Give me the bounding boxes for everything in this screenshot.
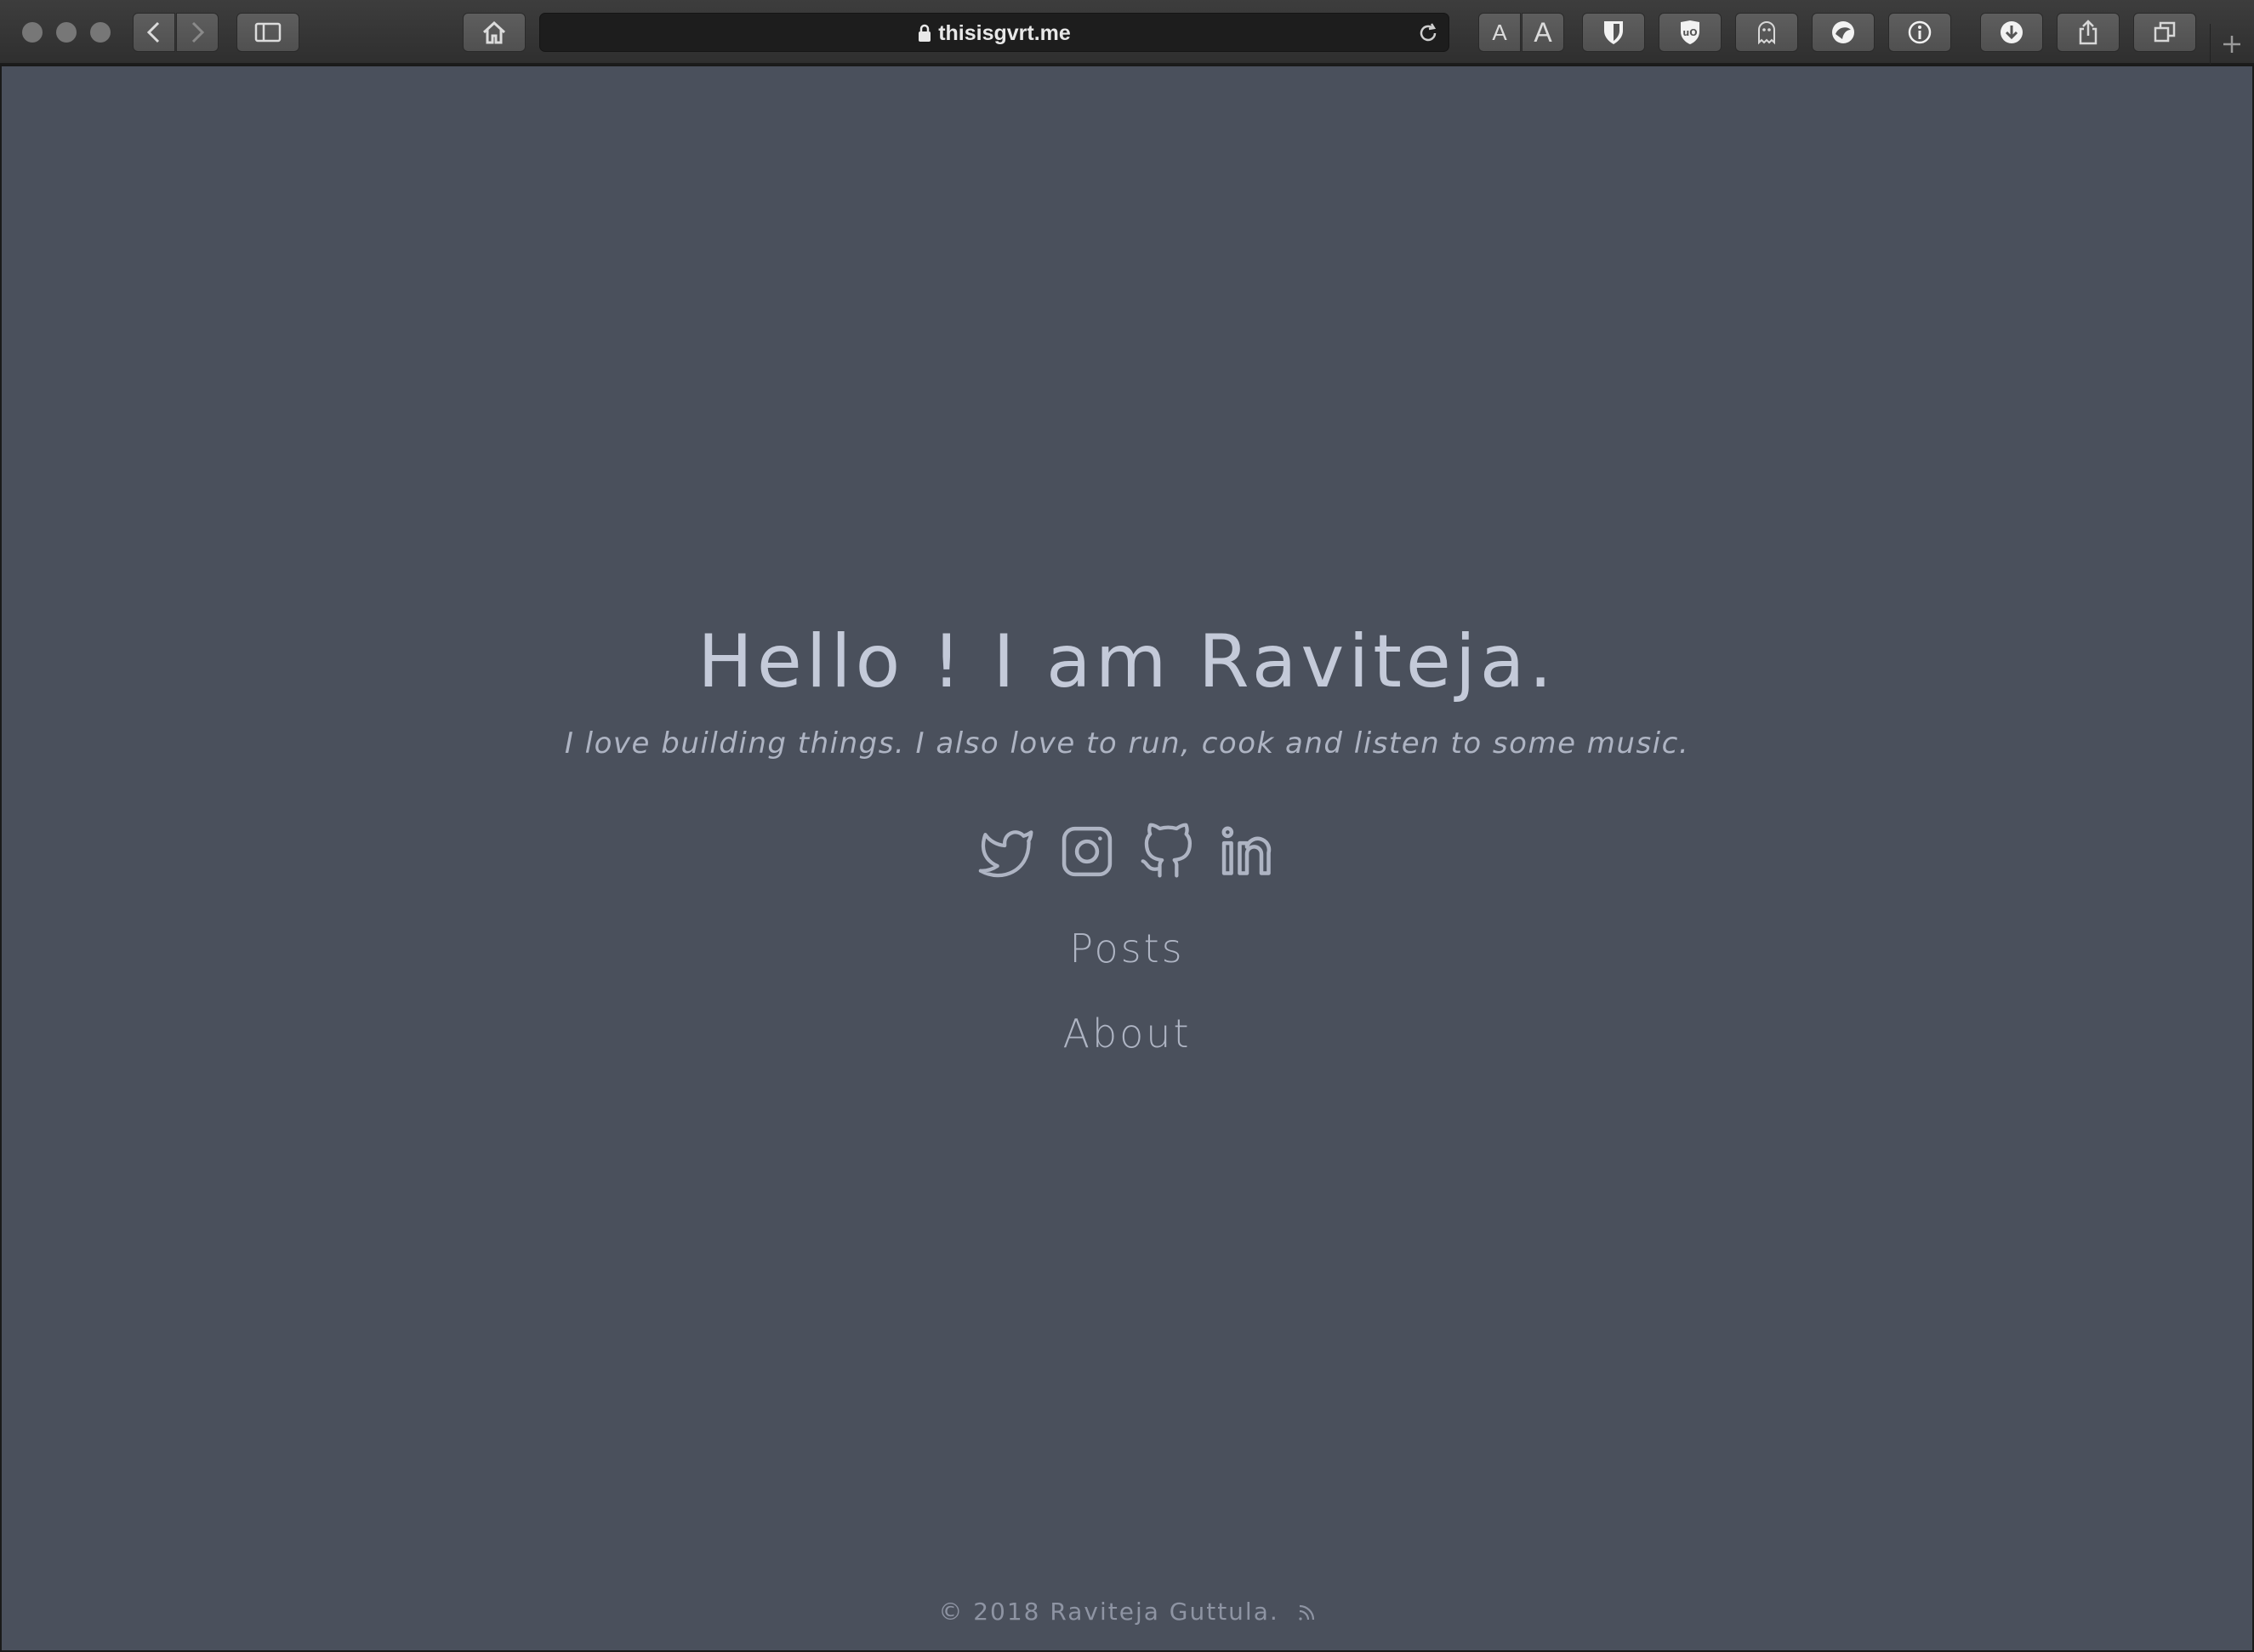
twitter-icon: [978, 830, 1033, 878]
font-small-label: A: [1492, 19, 1507, 45]
zoom-window-button[interactable]: [90, 22, 111, 43]
github-link[interactable]: [1138, 822, 1196, 881]
sidebar-icon: [254, 22, 282, 43]
linkedin-link[interactable]: [1218, 822, 1276, 881]
home-icon: [482, 20, 506, 44]
address-text-wrap: thisisgvrt.me: [540, 14, 1449, 53]
increase-font-button[interactable]: A: [1522, 13, 1564, 52]
decrease-font-button[interactable]: A: [1478, 13, 1521, 52]
extension-icon: [1832, 21, 1854, 43]
download-icon: [2001, 21, 2023, 43]
linkedin-icon: [1221, 826, 1272, 875]
share-button[interactable]: [2057, 13, 2120, 52]
close-window-button[interactable]: [22, 22, 43, 43]
nav-posts: Posts: [2, 926, 2252, 971]
twitter-link[interactable]: [978, 822, 1036, 881]
github-icon: [1141, 823, 1192, 878]
back-icon: [146, 21, 160, 43]
posts-link[interactable]: Posts: [1069, 926, 1184, 971]
rss-icon[interactable]: [1297, 1604, 1316, 1622]
svg-text:uO: uO: [1682, 27, 1697, 38]
url-text: thisisgvrt.me: [938, 20, 1071, 45]
browser-toolbar: thisisgvrt.me A A uO: [0, 0, 2254, 65]
minimize-window-button[interactable]: [56, 22, 77, 43]
show-tabs-button[interactable]: [2133, 13, 2196, 52]
forward-button[interactable]: [176, 13, 219, 52]
lock-icon: [918, 24, 931, 43]
plus-icon: [2223, 36, 2240, 53]
shield-icon: [1604, 21, 1623, 44]
copyright-text: © 2018 Raviteja Guttula.: [938, 1598, 1279, 1626]
hero-title: Hello ! I am Raviteja.: [697, 619, 1557, 704]
ghostery-icon: [1758, 21, 1775, 45]
share-icon: [2079, 20, 2097, 45]
tabs-icon: [2154, 21, 2176, 43]
instagram-link[interactable]: [1058, 822, 1116, 881]
ghostery-extension-button[interactable]: [1735, 13, 1798, 52]
instagram-icon: [1062, 826, 1113, 877]
social-links: [2, 822, 2252, 898]
font-large-label: A: [1534, 16, 1552, 48]
back-button[interactable]: [133, 13, 175, 52]
info-icon: [1908, 20, 1932, 44]
footer: © 2018 Raviteja Guttula.: [2, 1598, 2252, 1626]
reload-icon[interactable]: [1416, 21, 1440, 45]
page-content: Hello ! I am Raviteja. I love building t…: [2, 66, 2252, 1650]
info-button[interactable]: [1888, 13, 1951, 52]
downloads-button[interactable]: [1980, 13, 2043, 52]
hero-tagline: I love building things. I also love to r…: [564, 726, 1690, 760]
shield-extension-button[interactable]: [1582, 13, 1645, 52]
address-bar[interactable]: thisisgvrt.me: [539, 13, 1449, 52]
ublock-extension-button[interactable]: uO: [1659, 13, 1722, 52]
ublock-icon: uO: [1681, 20, 1699, 44]
sidebar-button[interactable]: [236, 13, 299, 52]
about-link[interactable]: About: [1062, 1011, 1191, 1057]
nav-about: About: [2, 1011, 2252, 1057]
new-tab-button[interactable]: [2210, 24, 2252, 65]
extension-button[interactable]: [1812, 13, 1875, 52]
home-button[interactable]: [463, 13, 526, 52]
forward-icon: [191, 21, 205, 43]
